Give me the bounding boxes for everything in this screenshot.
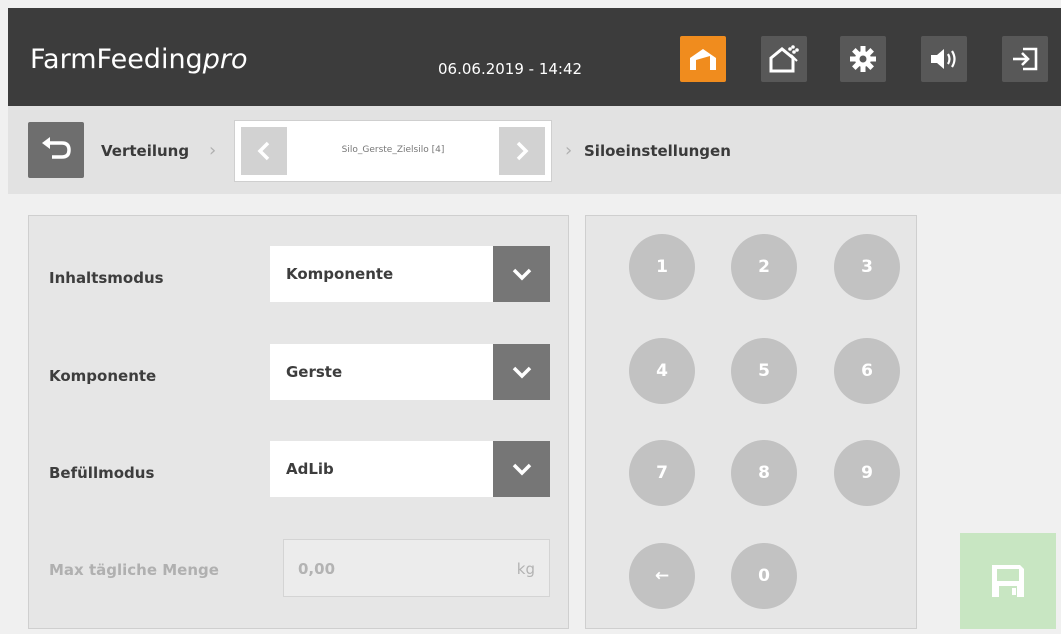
brand-pro: pro — [202, 44, 248, 75]
breadcrumb-separator-icon: › — [565, 140, 573, 161]
max-menge-field: 0,00 kg — [283, 539, 550, 597]
komponente-dropdown[interactable]: Gerste — [270, 344, 550, 400]
inhaltsmodus-label: Inhaltsmodus — [49, 269, 164, 287]
komponente-value: Gerste — [286, 363, 343, 381]
silo-selector: Silo_Gerste_Zielsilo [4] — [234, 120, 552, 182]
key-0[interactable]: 0 — [731, 543, 797, 609]
key-5[interactable]: 5 — [731, 338, 797, 404]
max-menge-value: 0,00 — [298, 560, 336, 578]
breadcrumb-verteilung[interactable]: Verteilung — [101, 142, 189, 160]
selector-next-button[interactable] — [499, 127, 545, 175]
sound-button[interactable] — [921, 36, 967, 82]
save-button[interactable] — [960, 533, 1056, 629]
komponente-dropdown-button[interactable] — [493, 344, 550, 400]
datetime: 06.06.2019 - 14:42 — [438, 60, 583, 78]
settings-panel: Inhaltsmodus Komponente Komponente Gerst… — [28, 215, 569, 629]
inhaltsmodus-dropdown-button[interactable] — [493, 246, 550, 302]
komponente-label: Komponente — [49, 367, 157, 385]
breadcrumb-separator-icon: › — [209, 140, 217, 161]
befuellmodus-dropdown-button[interactable] — [493, 441, 550, 497]
logout-button[interactable] — [1002, 36, 1048, 82]
key-9[interactable]: 9 — [834, 440, 900, 506]
gear-icon — [850, 46, 876, 72]
key-2[interactable]: 2 — [731, 234, 797, 300]
back-arrow-icon — [42, 137, 71, 159]
max-menge-unit: kg — [516, 560, 535, 578]
selector-value[interactable]: Silo_Gerste_Zielsilo [4] — [295, 145, 491, 155]
brand-main: FarmFeeding — [30, 44, 203, 75]
key-1[interactable]: 1 — [629, 234, 695, 300]
chevron-down-icon — [512, 268, 531, 281]
key-backspace[interactable]: ← — [629, 543, 695, 609]
key-8[interactable]: 8 — [731, 440, 797, 506]
barn-feed-button[interactable] — [761, 36, 807, 82]
chevron-down-icon — [512, 366, 531, 379]
speaker-icon — [931, 49, 956, 69]
chevron-down-icon — [512, 463, 531, 476]
numeric-keypad: 1 2 3 4 5 6 7 8 9 ← 0 — [585, 215, 917, 629]
settings-button[interactable] — [840, 36, 886, 82]
befuellmodus-dropdown[interactable]: AdLib — [270, 441, 550, 497]
save-icon — [992, 565, 1024, 597]
chevron-left-icon — [257, 141, 270, 161]
home-button[interactable] — [680, 36, 726, 82]
key-6[interactable]: 6 — [834, 338, 900, 404]
befuellmodus-label: Befüllmodus — [49, 464, 155, 482]
breadcrumb-current: Siloeinstellungen — [584, 142, 731, 160]
key-4[interactable]: 4 — [629, 338, 695, 404]
top-bar: FarmFeedingpro 06.06.2019 - 14:42 — [8, 8, 1061, 106]
breadcrumb: Verteilung › Silo_Gerste_Zielsilo [4] › … — [8, 106, 1061, 194]
max-menge-label: Max tägliche Menge — [49, 561, 219, 579]
key-7[interactable]: 7 — [629, 440, 695, 506]
back-button[interactable] — [28, 122, 84, 178]
logout-icon — [1013, 47, 1038, 71]
befuellmodus-value: AdLib — [286, 460, 334, 478]
chevron-right-icon — [516, 141, 529, 161]
app-brand: FarmFeedingpro — [30, 44, 247, 75]
inhaltsmodus-value: Komponente — [286, 265, 394, 283]
home-icon — [690, 49, 716, 70]
selector-prev-button[interactable] — [241, 127, 287, 175]
barn-grain-icon — [769, 45, 799, 73]
key-3[interactable]: 3 — [834, 234, 900, 300]
inhaltsmodus-dropdown[interactable]: Komponente — [270, 246, 550, 302]
